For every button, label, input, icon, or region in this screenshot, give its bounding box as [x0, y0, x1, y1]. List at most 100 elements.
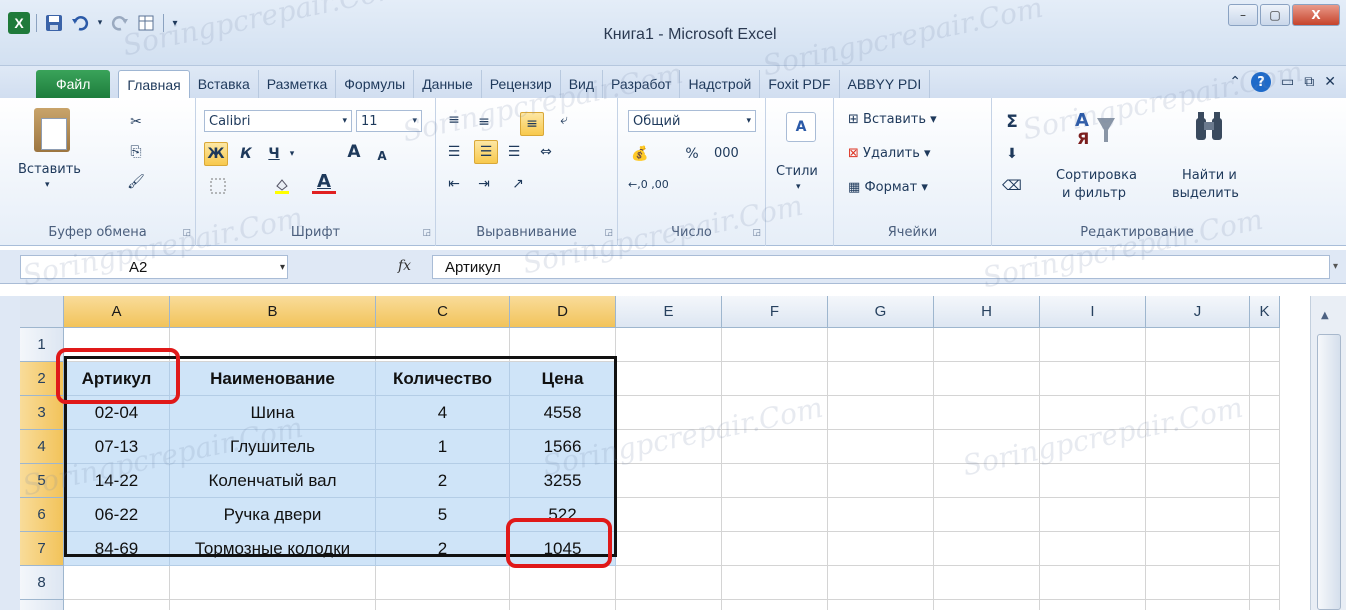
find-select-label-2[interactable]: выделить: [1172, 186, 1239, 201]
cell-e8[interactable]: [616, 566, 722, 600]
find-select-icon[interactable]: [1188, 108, 1232, 148]
tab-foxit-pdf[interactable]: Foxit PDF: [760, 70, 840, 98]
cell-f9[interactable]: [722, 600, 828, 610]
save-icon[interactable]: [43, 12, 65, 34]
tab-page-layout[interactable]: Разметка: [259, 70, 337, 98]
cell-b4[interactable]: Глушитель: [170, 430, 376, 464]
column-header-i[interactable]: I: [1040, 296, 1146, 328]
cell-a6[interactable]: 06-22: [64, 498, 170, 532]
cell-a5[interactable]: 14-22: [64, 464, 170, 498]
cell-e2[interactable]: [616, 362, 722, 396]
column-header-b[interactable]: B: [170, 296, 376, 328]
expand-formula-icon[interactable]: ▾: [1333, 261, 1338, 272]
copy-icon[interactable]: ⎘: [124, 140, 148, 164]
cell-f2[interactable]: [722, 362, 828, 396]
cell-j2[interactable]: [1146, 362, 1250, 396]
cell-e6[interactable]: [616, 498, 722, 532]
bold-button[interactable]: Ж: [204, 142, 228, 166]
cell-g4[interactable]: [828, 430, 934, 464]
cell-f6[interactable]: [722, 498, 828, 532]
orientation-icon[interactable]: ↗: [506, 172, 530, 196]
column-header-h[interactable]: H: [934, 296, 1040, 328]
doc-close-icon[interactable]: ✕: [1324, 74, 1336, 90]
cell-g5[interactable]: [828, 464, 934, 498]
align-middle-icon[interactable]: ≡: [472, 110, 496, 134]
chevron-down-icon[interactable]: ▾: [280, 262, 285, 273]
increase-decimal-button[interactable]: ←,0 ,00: [628, 178, 669, 191]
increase-indent-icon[interactable]: ⇥: [472, 172, 496, 196]
cell-c5[interactable]: 2: [376, 464, 510, 498]
maximize-button[interactable]: ▢: [1260, 4, 1290, 26]
cell-k8[interactable]: [1250, 566, 1280, 600]
cell-b8[interactable]: [170, 566, 376, 600]
cell-h4[interactable]: [934, 430, 1040, 464]
cell-h9[interactable]: [934, 600, 1040, 610]
fill-color-icon[interactable]: [270, 174, 294, 198]
cell-b1[interactable]: [170, 328, 376, 362]
cell-i1[interactable]: [1040, 328, 1146, 362]
cell-k7[interactable]: [1250, 532, 1280, 566]
row-header-8[interactable]: 8: [20, 566, 64, 600]
tab-data[interactable]: Данные: [414, 70, 482, 98]
cell-g7[interactable]: [828, 532, 934, 566]
sort-filter-label[interactable]: Сортировка: [1056, 168, 1137, 183]
underline-dropdown-icon[interactable]: ▾: [286, 142, 298, 166]
cell-k9[interactable]: [1250, 600, 1280, 610]
cell-d3[interactable]: 4558: [510, 396, 616, 430]
cell-h3[interactable]: [934, 396, 1040, 430]
cell-a7[interactable]: 84-69: [64, 532, 170, 566]
delete-cells-button[interactable]: ⊠ Удалить ▾: [848, 146, 931, 161]
form-icon[interactable]: [135, 12, 157, 34]
tab-review[interactable]: Рецензир: [482, 70, 561, 98]
cell-h7[interactable]: [934, 532, 1040, 566]
cell-k1[interactable]: [1250, 328, 1280, 362]
sort-filter-label-2[interactable]: и фильтр: [1062, 186, 1126, 201]
cell-e1[interactable]: [616, 328, 722, 362]
styles-icon[interactable]: A: [786, 112, 816, 142]
paste-button[interactable]: Вставить: [18, 162, 81, 177]
percent-button[interactable]: %: [680, 142, 704, 166]
accounting-format-icon[interactable]: 💰: [628, 142, 652, 166]
tab-addins[interactable]: Надстрой: [680, 70, 761, 98]
row-header-5[interactable]: 5: [20, 464, 64, 498]
cell-e9[interactable]: [616, 600, 722, 610]
cell-e3[interactable]: [616, 396, 722, 430]
tab-formulas[interactable]: Формулы: [336, 70, 415, 98]
cell-d5[interactable]: 3255: [510, 464, 616, 498]
styles-button[interactable]: Стили: [776, 164, 818, 179]
cell-f3[interactable]: [722, 396, 828, 430]
cell-j8[interactable]: [1146, 566, 1250, 600]
format-cells-button[interactable]: ▦ Формат ▾: [848, 180, 928, 195]
cell-a1[interactable]: [64, 328, 170, 362]
cell-i2[interactable]: [1040, 362, 1146, 396]
vertical-scrollbar[interactable]: ▲: [1310, 296, 1346, 610]
cell-i5[interactable]: [1040, 464, 1146, 498]
cell-e4[interactable]: [616, 430, 722, 464]
cell-i8[interactable]: [1040, 566, 1146, 600]
cell-a2[interactable]: Артикул: [64, 362, 170, 396]
number-format-select[interactable]: Общий ▾: [628, 110, 756, 132]
excel-app-icon[interactable]: X: [8, 12, 30, 34]
decrease-indent-icon[interactable]: ⇤: [442, 172, 466, 196]
column-header-d[interactable]: D: [510, 296, 616, 328]
column-header-a[interactable]: A: [64, 296, 170, 328]
redo-icon[interactable]: [109, 12, 131, 34]
cell-c2[interactable]: Количество: [376, 362, 510, 396]
column-header-j[interactable]: J: [1146, 296, 1250, 328]
alignment-launcher-icon[interactable]: ◲: [604, 228, 613, 238]
cell-i7[interactable]: [1040, 532, 1146, 566]
cell-k2[interactable]: [1250, 362, 1280, 396]
cell-a9[interactable]: [64, 600, 170, 610]
cell-k4[interactable]: [1250, 430, 1280, 464]
cell-f5[interactable]: [722, 464, 828, 498]
cell-f1[interactable]: [722, 328, 828, 362]
align-center-icon[interactable]: ☰: [474, 140, 498, 164]
clipboard-launcher-icon[interactable]: ◲: [182, 228, 191, 238]
format-painter-icon[interactable]: 🖌: [124, 170, 148, 194]
row-header-7[interactable]: 7: [20, 532, 64, 566]
cell-j3[interactable]: [1146, 396, 1250, 430]
row-header-3[interactable]: 3: [20, 396, 64, 430]
cell-d7[interactable]: 1045: [510, 532, 616, 566]
doc-restore-icon[interactable]: ⧉: [1304, 74, 1314, 90]
cell-d4[interactable]: 1566: [510, 430, 616, 464]
